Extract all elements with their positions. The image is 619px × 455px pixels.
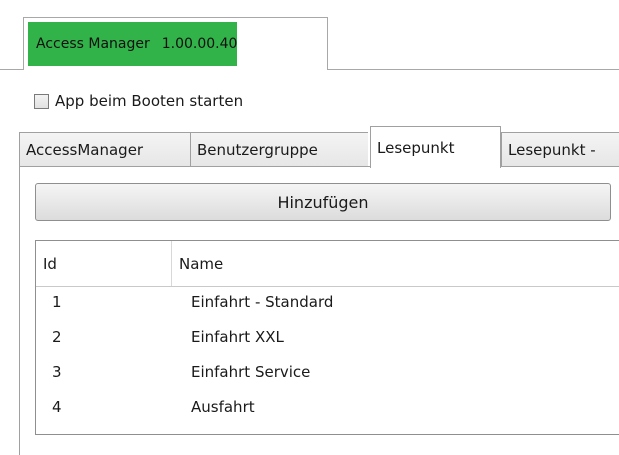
app-version: 1.00.00.40 [161,36,238,52]
cell-name: Ausfahrt [191,398,255,416]
cell-id: 4 [52,398,62,416]
tab-lesepunkt-more[interactable]: Lesepunkt - [501,132,619,167]
cell-name: Einfahrt Service [191,363,311,381]
column-header-id[interactable]: Id [43,255,57,273]
tab-strip: AccessManager Benutzergruppe Lesepunkt L… [19,126,619,168]
tab-benutzergruppe[interactable]: Benutzergruppe [190,132,368,167]
app-tab-label: Access Manager 1.00.00.40 [28,22,237,66]
tab-accessmanager[interactable]: AccessManager [19,132,190,167]
app-tab-strip: Access Manager 1.00.00.40 [0,0,619,70]
tab-label: AccessManager [26,141,144,159]
autostart-checkbox[interactable] [34,93,49,109]
cell-name: Einfahrt XXL [191,328,284,346]
table-row[interactable]: 2 Einfahrt XXL [36,322,619,357]
table-row[interactable]: 1 Einfahrt - Standard [36,287,619,322]
table-row[interactable]: 4 Ausfahrt [36,392,619,427]
tab-label: Benutzergruppe [197,141,318,159]
cell-name: Einfahrt - Standard [191,293,334,311]
cell-id: 2 [52,328,62,346]
lesepunkt-grid: Id Name 1 Einfahrt - Standard 2 Einfahrt… [35,240,619,435]
autostart-label: App beim Booten starten [55,92,244,110]
tab-label: Lesepunkt [377,138,455,157]
tab-lesepunkt[interactable]: Lesepunkt [370,126,501,168]
autostart-option[interactable]: App beim Booten starten [34,90,243,112]
add-button[interactable]: Hinzufügen [35,183,611,221]
app-name: Access Manager [36,36,150,52]
column-separator[interactable] [171,241,172,286]
table-row[interactable]: 3 Einfahrt Service [36,357,619,392]
cell-id: 1 [52,293,62,311]
grid-header: Id Name [36,241,619,287]
tab-label: Lesepunkt - [508,141,596,159]
app-tab[interactable]: Access Manager 1.00.00.40 [23,17,328,70]
column-header-name[interactable]: Name [179,255,223,273]
cell-id: 3 [52,363,62,381]
